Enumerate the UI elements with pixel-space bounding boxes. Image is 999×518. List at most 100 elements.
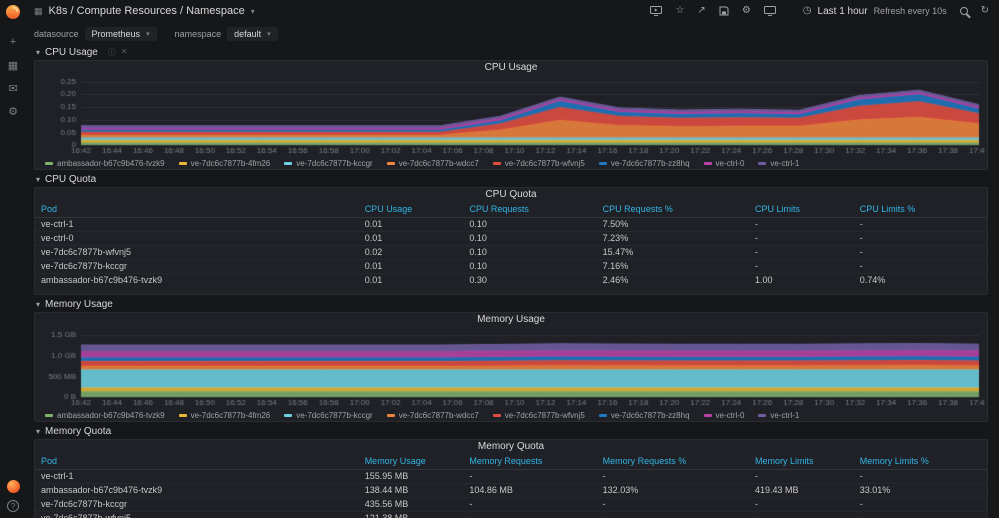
column-header[interactable]: CPU Limits [748,202,854,218]
star-icon[interactable]: ☆ [675,6,684,16]
legend-item[interactable]: ve-7dc6c7877b-wfvnj5 [492,411,585,420]
row-header-memory-usage[interactable]: ▾ Memory Usage [34,297,988,312]
help-icon[interactable]: ? [7,500,19,512]
legend-item[interactable]: ve-ctrl-1 [758,411,799,420]
table-cell: 0.01 [359,274,464,288]
row-info-icon[interactable]: ⓘ [108,47,116,58]
row-collapse-icon[interactable]: ▾ [36,175,40,184]
column-header[interactable]: CPU Requests % [596,202,749,218]
clock-icon: ◷ [802,5,812,16]
table-cell: - [749,246,854,260]
cpu-quota-table: Pod CPU Usage CPU Requests CPU Requests % CP… [35,202,987,287]
table-cell: 0.02 [359,246,464,260]
navbar-actions: ☆ ↗ ⚙ ◷ Last 1 hour Refresh every 10s ↻ [650,6,989,17]
pod-link[interactable]: ve-ctrl-1 [35,470,359,484]
legend-item[interactable]: ve-7dc6c7877b-4fm26 [178,411,270,420]
pod-link[interactable]: ve-7dc6c7877b-kccgr [35,260,359,274]
namespace-select[interactable]: default ▾ [227,26,278,41]
user-avatar[interactable] [6,480,20,493]
table-row: ve-7dc6c7877b-kccgr 0.01 0.10 7.16% - - [35,260,987,274]
column-header[interactable]: Pod [35,202,359,218]
time-picker[interactable]: ◷ Last 1 hour Refresh every 10s [803,6,947,17]
legend-item[interactable]: ve-7dc6c7877b-kccgr [284,158,373,168]
share-icon[interactable]: ↗ [697,6,705,16]
panel-title[interactable]: Memory Quota [35,440,987,454]
table-cell: 7.16% [597,260,749,274]
monitor-icon[interactable] [763,6,776,16]
column-header[interactable]: Memory Limits % [853,454,987,470]
legend-item[interactable]: ve-7dc6c7877b-wdcc7 [386,411,479,420]
dashboard-title[interactable]: K8s / Compute Resources / Namespace [49,5,245,17]
column-header[interactable]: CPU Usage [358,202,464,218]
column-header[interactable]: CPU Limits % [853,202,987,218]
pod-link[interactable]: ve-7dc6c7877b-wfvnj5 [35,512,359,518]
refresh-icon[interactable]: ↻ [981,6,989,16]
datasource-label: datasource [34,28,79,39]
pod-link[interactable]: ve-7dc6c7877b-kccgr [35,498,359,512]
column-header[interactable]: Pod [35,454,359,470]
row-collapse-icon[interactable]: ▾ [36,427,40,436]
datasource-select[interactable]: Prometheus ▾ [84,26,157,41]
memory-usage-chart[interactable] [37,327,985,409]
legend-item[interactable]: ve-7dc6c7877b-wfvnj5 [492,159,585,168]
legend-series-name: ve-7dc6c7877b-kccgr [296,158,373,168]
row-header-cpu-quota[interactable]: ▾ CPU Quota [34,172,988,187]
column-header[interactable]: Memory Requests [463,454,597,470]
column-header[interactable]: CPU Requests [463,202,597,218]
save-icon[interactable] [719,6,729,16]
gear-icon[interactable]: ⚙ [5,103,21,119]
column-header[interactable]: Memory Limits [748,454,854,470]
tv-mode-icon[interactable] [650,6,663,16]
legend-item[interactable]: ambassador-b67c9b476-tvzk9 [45,411,165,420]
legend-item[interactable]: ve-7dc6c7877b-zz8hq [598,159,690,168]
table-cell: - [463,498,596,512]
pod-link[interactable]: ve-ctrl-0 [35,232,359,246]
table-cell: - [859,219,863,229]
pod-link[interactable]: ve-7dc6c7877b-wfvnj5 [35,246,359,260]
legend-item[interactable]: ve-7dc6c7877b-4fm26 [178,158,271,168]
panel-title[interactable]: Memory Usage [35,313,987,327]
cpu-usage-chart[interactable] [37,75,985,157]
row-collapse-icon[interactable]: ▾ [36,300,40,309]
legend-item[interactable]: ve-ctrl-1 [758,159,799,168]
row-header-cpu-usage[interactable]: ▾ CPU Usage ⓘ ✕ [34,45,988,60]
table-cell: 0.10 [463,260,596,274]
legend-item[interactable]: ve-7dc6c7877b-zz8hq [598,411,690,420]
column-header[interactable]: Memory Usage [358,454,464,470]
panel-title[interactable]: CPU Usage [35,61,987,75]
legend-color-icon [386,413,395,417]
legend-item[interactable]: ve-7dc6c7877b-wdcc7 [386,159,479,168]
gear-icon[interactable]: ⚙ [742,6,751,16]
legend-color-icon [598,413,607,417]
sidebar-nav: + ▦ ✉ ⚙ [5,34,21,119]
legend-item[interactable]: ambassador-b67c9b476-tvzk9 [45,159,165,168]
table-cell: - [754,219,758,229]
grafana-logo[interactable] [5,4,21,20]
row-close-icon[interactable]: ✕ [121,47,128,58]
legend-color-icon [45,413,53,417]
row-header-memory-quota[interactable]: ▾ Memory Quota [34,424,988,439]
panel-title[interactable]: CPU Quota [35,188,987,202]
legend-color-icon [703,161,712,165]
pod-link[interactable]: ambassador-b67c9b476-tvzk9 [35,484,359,498]
column-header[interactable]: Memory Requests % [596,454,749,470]
refresh-interval-label[interactable]: Refresh every 10s [874,6,947,16]
envelope-icon[interactable]: ✉ [5,80,21,96]
table-row: ve-7dc6c7877b-kccgr 435.56 MB - - - - [35,498,987,512]
row-collapse-icon[interactable]: ▾ [36,48,40,57]
time-range-label[interactable]: Last 1 hour [818,6,868,17]
table-row: ve-ctrl-1 0.01 0.10 7.50% - - [35,218,987,232]
legend-item[interactable]: ve-7dc6c7877b-kccgr [284,411,373,420]
pod-link[interactable]: ve-ctrl-1 [35,218,359,232]
legend-series-name: ve-7dc6c7877b-4fm26 [190,158,271,168]
sidebar: + ▦ ✉ ⚙ ? [0,0,26,518]
table-cell: 7.23% [597,232,749,246]
table-cell: - [463,512,596,518]
zoom-out-icon[interactable] [959,7,968,15]
legend-item[interactable]: ve-ctrl-0 [703,411,744,420]
pod-link[interactable]: ambassador-b67c9b476-tvzk9 [35,274,359,288]
chevron-down-icon[interactable]: ▾ [251,7,255,16]
plus-icon[interactable]: + [5,34,21,50]
legend-item[interactable]: ve-ctrl-0 [703,159,744,168]
dashboards-icon[interactable]: ▦ [5,57,21,73]
